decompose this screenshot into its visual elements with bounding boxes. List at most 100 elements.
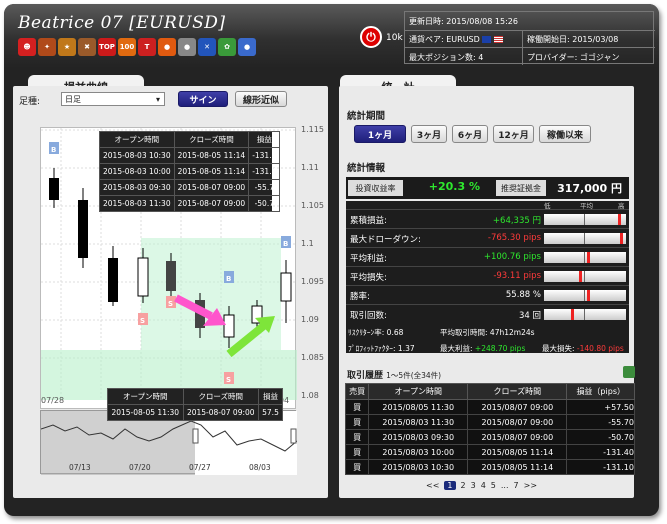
table-row[interactable]: 買 2015/08/03 11:30 2015/08/07 09:00 -55.70: [344, 414, 635, 430]
award-badge-icon: ★: [58, 38, 76, 56]
table-cell: 買: [344, 459, 370, 475]
y-tick: 1.11: [301, 163, 319, 172]
stat-label: 平均損失:: [350, 273, 387, 283]
page-link[interactable]: 3: [471, 481, 476, 490]
table-cell: 2015-08-07 09:00: [173, 179, 250, 196]
stat-value: +100.76 pips: [483, 252, 541, 262]
table-cell: -50.7: [248, 195, 281, 212]
table-row[interactable]: 買 2015/08/03 10:30 2015/08/05 11:14 -131.10: [344, 459, 635, 475]
range-handle-right[interactable]: [290, 428, 297, 444]
timeframe-select[interactable]: 日足 ▾: [61, 92, 165, 106]
table-cell: +57.50: [566, 399, 635, 415]
page-link[interactable]: 7: [514, 481, 519, 490]
range-handle-left[interactable]: [192, 428, 199, 444]
stat-row: 勝率: 55.88 %: [346, 285, 629, 304]
gauge-bar: [544, 271, 626, 282]
page-link[interactable]: 1: [444, 481, 456, 490]
export-icon[interactable]: [623, 366, 635, 378]
period-button[interactable]: 6ヶ月: [452, 125, 488, 143]
page-link[interactable]: <<: [426, 481, 439, 490]
stat-value: 34 回: [518, 311, 541, 321]
page-link[interactable]: 2: [461, 481, 466, 490]
svg-text:S: S: [140, 317, 145, 325]
table-cell: 2015-08-03 09:30: [99, 179, 175, 196]
table-cell: -55.7: [248, 179, 281, 196]
gauge-avg-line: [584, 309, 585, 320]
table-cell: 2015-08-07 09:00: [173, 195, 250, 212]
history-table: 売買 オープン時間 クローズ時間 損益（pips）買 2015/08/05 11:30 2…: [344, 383, 635, 475]
page-link[interactable]: ...: [501, 481, 509, 490]
period-button[interactable]: 3ヶ月: [411, 125, 447, 143]
gauge-bar: [544, 290, 626, 301]
table-cell: -50.70: [566, 429, 635, 445]
y-tick: 1.08: [301, 391, 319, 400]
table-cell: 2015/08/03 09:30: [368, 429, 469, 445]
table-row[interactable]: 買 2015/08/03 09:30 2015/08/07 09:00 -50.70: [344, 429, 635, 445]
gauge-avg-line: [584, 271, 585, 282]
gauge-marker: [587, 252, 590, 263]
column-header: クローズ時間: [173, 131, 250, 148]
max-loss: 最大損失: -140.80 pips: [542, 344, 624, 353]
margin-label: 推奨証拠金: [496, 180, 546, 196]
column-header: オープン時間: [368, 383, 469, 400]
gauge-avg-line: [584, 233, 585, 244]
gauge-avg-line: [584, 252, 585, 263]
max-profit: 最大利益: +248.70 pips: [440, 344, 526, 353]
stat-label: 最大ドローダウン:: [350, 235, 421, 245]
column-header: オープン時間: [107, 388, 184, 405]
stat-label: 勝率:: [350, 292, 370, 302]
chevron-down-icon: ▾: [155, 94, 160, 104]
y-tick: 1.105: [301, 201, 324, 210]
table-cell: 2015/08/05 11:30: [368, 399, 469, 415]
table-cell: 2015/08/07 09:00: [467, 429, 568, 445]
power-icon[interactable]: ⏻: [360, 26, 382, 48]
table-cell: 2015/08/03 10:00: [368, 444, 469, 460]
table-row: 2015-08-03 09:30 2015-08-07 09:00 -55.7: [99, 179, 281, 196]
svg-text:B: B: [51, 146, 56, 154]
page-link[interactable]: 5: [491, 481, 496, 490]
page-link[interactable]: >>: [524, 481, 537, 490]
stat-row: 最大ドローダウン: -765.30 pips: [346, 228, 629, 247]
page-link[interactable]: 4: [481, 481, 486, 490]
capital-label: 10k: [386, 33, 403, 43]
avg-trade-time: 平均取引時間: 47h12m24s: [440, 328, 535, 337]
table-cell: 2015-08-03 10:00: [99, 163, 175, 180]
period-button[interactable]: 稼働以来: [539, 125, 591, 143]
stat-label: 平均利益:: [350, 254, 387, 264]
stat-row: 累積損益: +64,335 円: [346, 209, 629, 228]
table-row[interactable]: 買 2015/08/05 11:30 2015/08/07 09:00 +57.50: [344, 399, 635, 415]
gauge-marker: [571, 309, 574, 320]
column-header: 損益: [258, 388, 283, 405]
award-badge-icon: ✕: [198, 38, 216, 56]
table-cell: 2015-08-05 11:14: [173, 147, 250, 164]
gauge-marker: [618, 214, 621, 225]
system-title: Beatrice 07 [EURUSD]: [18, 13, 226, 33]
table-row[interactable]: 買 2015/08/03 10:00 2015/08/05 11:14 -131.40: [344, 444, 635, 460]
gauge-marker: [587, 290, 590, 301]
table-cell: 買: [344, 444, 370, 460]
history-label: 取引履歴 1〜5件(全34件): [347, 371, 442, 381]
table-cell: 2015-08-05 11:14: [173, 163, 250, 180]
y-tick: 1.115: [301, 125, 324, 134]
max-position: 最大ポジション数: 4: [409, 53, 484, 62]
period-button[interactable]: 12ヶ月: [493, 125, 534, 143]
y-tick: 1.085: [301, 353, 324, 362]
profit-factor: ﾌﾟﾛﾌｨｯﾄﾌｧｸﾀｰ: 1.37: [348, 344, 415, 353]
gauge-bar: [544, 233, 626, 244]
stats-table: 低 平均 高 累積損益: +64,335 円最大ドローダウン: -765.30 pi…: [346, 201, 629, 353]
table-row: 2015-08-05 11:30 2015-08-07 09:00 57.5: [107, 404, 283, 421]
column-header: オープン時間: [99, 131, 175, 148]
header: Beatrice 07 [EURUSD] ☻ ✦ ★ ✖ TOP 100 T ● ● ✕ ✿ ● ⏻ …: [4, 4, 659, 68]
column-header: クローズ時間: [467, 383, 568, 400]
sign-button[interactable]: サイン: [178, 91, 228, 107]
linear-approx-button[interactable]: 線形近似: [235, 91, 287, 107]
updated-time: 更新日時: 2015/08/08 15:26: [409, 17, 518, 26]
table-cell: -131.4: [248, 163, 281, 180]
kind-label: 足種:: [19, 97, 41, 107]
period-label: 統計期間: [347, 111, 386, 122]
svg-text:S: S: [226, 376, 231, 384]
gauge-bar: [544, 252, 626, 263]
period-button[interactable]: 1ヶ月: [354, 125, 406, 143]
table-cell: 買: [344, 399, 370, 415]
app-window: Beatrice 07 [EURUSD] ☻ ✦ ★ ✖ TOP 100 T ● ● ✕ ✿ ● ⏻ …: [4, 4, 659, 516]
